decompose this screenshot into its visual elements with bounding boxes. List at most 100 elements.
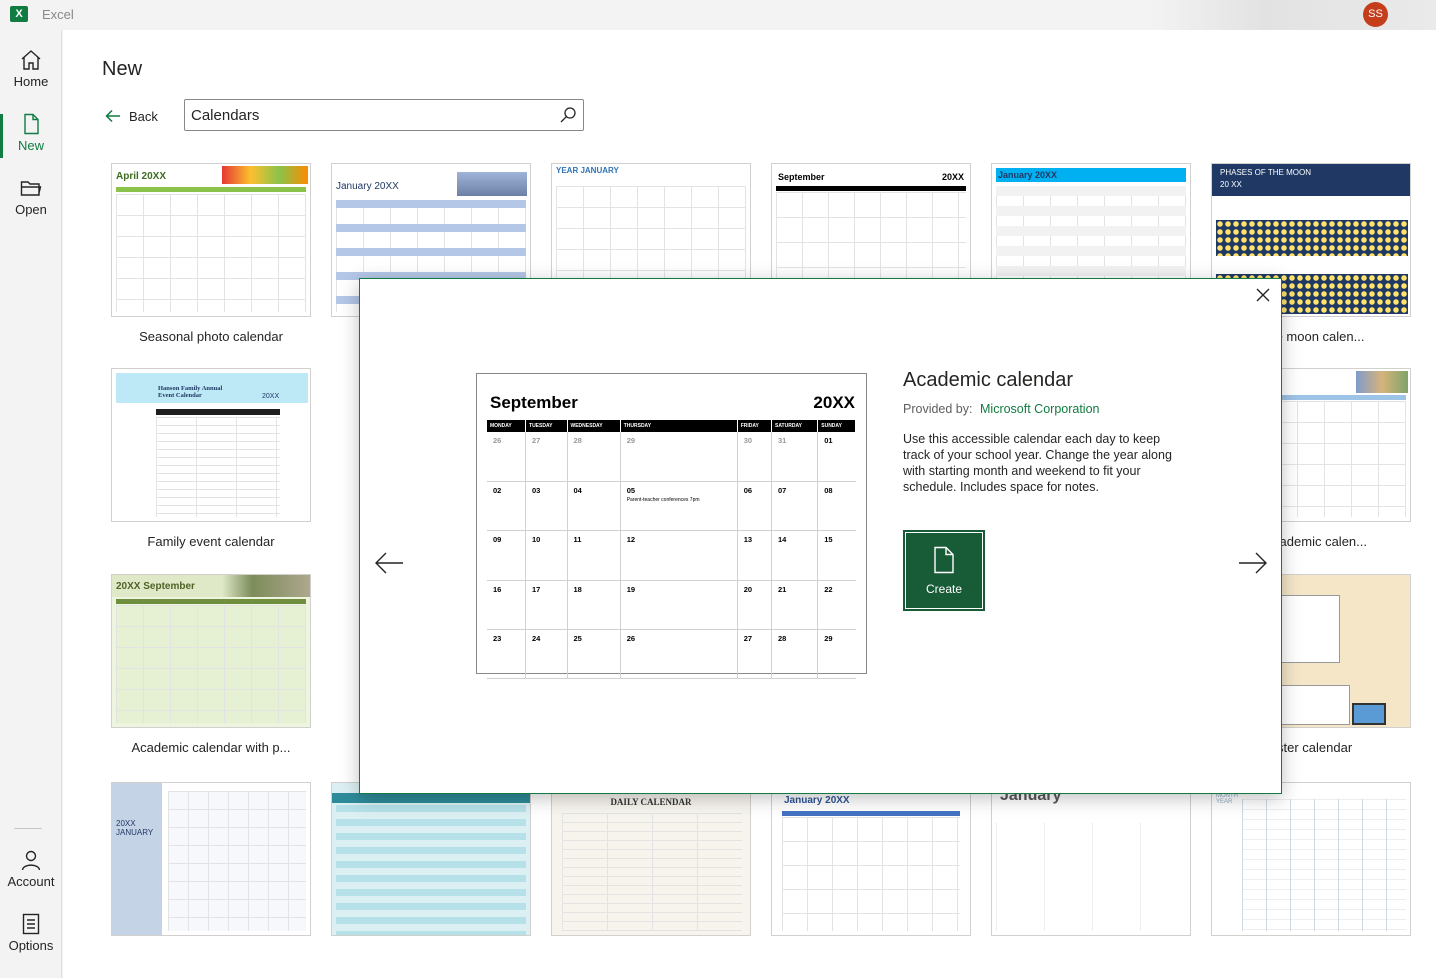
- calendar-day: 08: [817, 481, 856, 532]
- thumb-grid: [562, 813, 742, 931]
- thumb-title: PHASES OF THE MOON: [1220, 168, 1311, 177]
- title-bar-decoration: [1150, 0, 1436, 30]
- template-card[interactable]: DAILY CALENDAR: [551, 782, 751, 936]
- preview-month: September: [490, 393, 578, 412]
- thumb-year: 20 XX: [1220, 180, 1242, 189]
- thumb-year: 20XX: [941, 172, 964, 182]
- calendar-day: 28: [567, 432, 621, 482]
- thumb-header-row: [782, 811, 960, 816]
- nav-item-home[interactable]: Home: [0, 42, 62, 102]
- template-thumbnail[interactable]: 20XX JANUARY: [111, 782, 311, 936]
- thumb-grid: [116, 194, 306, 312]
- thumb-grid: [336, 805, 526, 935]
- thumb-header-row: [776, 186, 966, 191]
- calendar-week-row: 23 24 25 26 27 28 29: [487, 629, 856, 680]
- calendar-day: 10: [525, 530, 568, 581]
- nav-label-open: Open: [15, 202, 47, 217]
- thumb-title: September: [778, 172, 825, 182]
- thumb-title: 20XX September: [116, 581, 195, 592]
- calendar-day: 27: [737, 629, 772, 680]
- calendar-day: 17: [525, 580, 568, 631]
- calendar-week-row: 09 10 11 12 13 14 15: [487, 530, 856, 581]
- template-card[interactable]: Hanson Family Annual Event Calendar 20XX…: [111, 368, 311, 549]
- nav-item-account[interactable]: Account: [0, 842, 62, 902]
- avatar[interactable]: SS: [1363, 2, 1388, 27]
- template-thumbnail[interactable]: [331, 782, 531, 936]
- new-file-icon: [24, 113, 39, 135]
- folder-icon: [20, 181, 42, 196]
- thumb-header-row: [116, 187, 306, 192]
- calendar-day: 02: [487, 481, 527, 532]
- template-thumbnail[interactable]: April 20XX: [111, 163, 311, 317]
- calendar-day: 26: [620, 629, 738, 680]
- template-card[interactable]: MONTH YEAR: [1211, 782, 1411, 936]
- calendar-day-with-note: 05 Parent-teacher conferences 7pm: [620, 481, 738, 532]
- search-icon[interactable]: [559, 106, 577, 124]
- calendar-week-row: 16 17 18 19 20 21 22: [487, 580, 856, 631]
- template-thumbnail[interactable]: January: [991, 782, 1191, 936]
- template-title: Academic calendar: [903, 369, 1074, 391]
- template-card[interactable]: January: [991, 782, 1191, 936]
- template-thumbnail[interactable]: DAILY CALENDAR: [551, 782, 751, 936]
- account-icon: [21, 850, 41, 871]
- template-card[interactable]: 20XX JANUARY: [111, 782, 311, 936]
- calendar-day: 19: [620, 580, 738, 631]
- thumb-title: January 20XX: [998, 170, 1058, 180]
- template-preview-dialog: September 20XX MONDAY TUESDAY WEDNESDAY …: [359, 278, 1282, 794]
- thumb-photo: [1356, 371, 1408, 393]
- thumb-monitor: [1352, 703, 1386, 725]
- nav-item-options[interactable]: Options: [0, 906, 62, 966]
- nav-item-open[interactable]: Open: [0, 170, 62, 230]
- thumb-moon-grid: [1216, 220, 1408, 256]
- search-input[interactable]: [185, 100, 545, 130]
- template-thumbnail[interactable]: 20XX September: [111, 574, 311, 728]
- thumb-header-row: [332, 793, 530, 803]
- provider-link[interactable]: Microsoft Corporation: [980, 402, 1100, 416]
- calendar-day: 28: [771, 629, 819, 680]
- preview-calendar-grid: MONDAY TUESDAY WEDNESDAY THURSDAY FRIDAY…: [487, 420, 856, 680]
- previous-template-arrow-icon[interactable]: [374, 551, 404, 575]
- calendar-week-row: 26 27 28 29 30 31 01: [487, 432, 856, 482]
- arrow-left-icon: [105, 109, 120, 123]
- template-thumbnail[interactable]: MONTH YEAR: [1211, 782, 1411, 936]
- back-label: Back: [129, 108, 158, 124]
- template-card[interactable]: [331, 782, 531, 936]
- create-button[interactable]: Create: [903, 530, 985, 611]
- thumb-title: April 20XX: [116, 171, 167, 182]
- thumb-photo: [222, 166, 308, 184]
- calendar-day: 25: [567, 629, 621, 680]
- nav-label-account: Account: [7, 874, 55, 889]
- nav-item-new[interactable]: New: [0, 106, 62, 166]
- calendar-day: 13: [737, 530, 772, 581]
- template-thumbnail[interactable]: January 20XX: [771, 782, 971, 936]
- calendar-day: 06: [737, 481, 772, 532]
- template-card[interactable]: 20XX September Academic calendar with p.…: [111, 574, 311, 755]
- thumb-header-row: [116, 599, 306, 604]
- close-icon[interactable]: [1253, 285, 1273, 305]
- template-card[interactable]: April 20XX Seasonal photo calendar: [111, 163, 311, 344]
- back-button[interactable]: Back: [105, 106, 158, 126]
- thumb-grid: [996, 823, 1186, 931]
- app-name: Excel: [42, 7, 74, 22]
- calendar-day: 23: [487, 629, 527, 680]
- search-box: [184, 99, 584, 131]
- thumb-photo: [457, 172, 527, 196]
- thumb-grid: [116, 605, 306, 723]
- template-description: Use this accessible calendar each day to…: [903, 432, 1172, 494]
- calendar-day: 24: [525, 629, 568, 680]
- next-template-arrow-icon[interactable]: [1238, 551, 1268, 575]
- calendar-day: 12: [620, 530, 738, 581]
- create-label: Create: [925, 582, 963, 596]
- weekday-header: MONDAY: [487, 420, 527, 432]
- calendar-day: 26: [487, 432, 527, 482]
- template-card[interactable]: January 20XX: [771, 782, 971, 936]
- template-thumbnail[interactable]: Hanson Family Annual Event Calendar 20XX: [111, 368, 311, 522]
- calendar-day: 20: [737, 580, 772, 631]
- weekday-header: FRIDAY: [737, 420, 772, 432]
- calendar-day: 03: [525, 481, 568, 532]
- calendar-day: 27: [525, 432, 568, 482]
- options-icon: [22, 913, 40, 935]
- thumb-grid: [168, 791, 306, 931]
- weekday-header: WEDNESDAY: [567, 420, 621, 432]
- calendar-day: 07: [771, 481, 819, 532]
